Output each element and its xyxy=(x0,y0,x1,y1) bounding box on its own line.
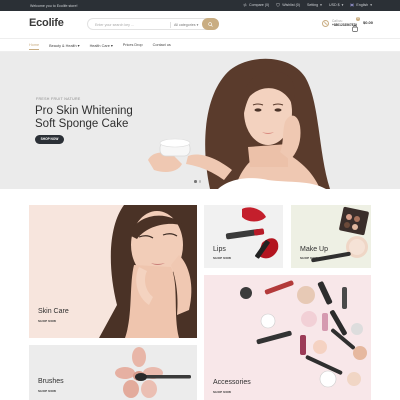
slider-dots xyxy=(194,180,201,183)
make-up-shop-link[interactable]: SHOP NOW xyxy=(300,256,318,260)
site-logo[interactable]: Ecolife xyxy=(29,17,64,29)
cart-button[interactable]: 0 $0.00 xyxy=(352,17,374,32)
accessories-title: Accessories xyxy=(213,379,251,386)
nav-health-care[interactable]: Health Care ▾ xyxy=(90,43,113,50)
slider-dot[interactable] xyxy=(198,180,201,183)
lips-title: Lips xyxy=(213,246,226,253)
hero-slider: FRESH FRUIT NATURE Pro Skin Whitening So… xyxy=(0,52,400,189)
brushes-shop-link[interactable]: SHOP NOW xyxy=(38,389,56,393)
flag-icon xyxy=(350,3,355,7)
wishlist-link[interactable]: Wishlist (0) xyxy=(276,3,300,7)
compare-icon xyxy=(243,3,247,7)
search-divider xyxy=(170,21,171,28)
nav-contact-us[interactable]: Contact us xyxy=(153,43,171,50)
skin-care-shop-link[interactable]: SHOP NOW xyxy=(38,319,56,323)
setting-dropdown[interactable]: Setting ▾ xyxy=(307,3,322,7)
top-bar-links: Compare (0) Wishlist (0) Setting ▾ USD $… xyxy=(243,3,372,7)
banner-accessories[interactable]: Accessories SHOP NOW xyxy=(204,275,371,400)
bag-icon: 0 xyxy=(352,17,360,32)
language-dropdown[interactable]: English ▾ xyxy=(350,3,372,7)
search-input[interactable]: Enter your search key ... xyxy=(95,23,134,27)
category-select[interactable]: All categories ▾ xyxy=(174,23,198,27)
banner-make-up[interactable]: Make Up SHOP NOW xyxy=(291,205,371,268)
nav-beauty-health[interactable]: Beauty & Health ▾ xyxy=(49,43,79,50)
currency-dropdown[interactable]: USD $ ▾ xyxy=(329,3,343,7)
top-bar: Welcome you to Ecolife store! Compare (0… xyxy=(0,0,400,11)
banner-skin-care[interactable]: Skin Care SHOP NOW xyxy=(29,205,197,338)
banner-brushes[interactable]: Brushes SHOP NOW xyxy=(29,345,197,400)
banner-lips[interactable]: Lips SHOP NOW xyxy=(204,205,283,268)
make-up-title: Make Up xyxy=(300,246,329,253)
slider-dot[interactable] xyxy=(194,180,197,183)
site-header: Ecolife Enter your search key ... All ca… xyxy=(0,11,400,38)
hero-title: Pro Skin Whitening Soft Sponge Cake xyxy=(35,105,133,130)
accessories-shop-link[interactable]: SHOP NOW xyxy=(213,390,231,394)
search-button[interactable] xyxy=(202,18,219,30)
nav-prices-drop[interactable]: Prices Drop xyxy=(123,43,143,50)
search-icon xyxy=(208,21,213,27)
heart-icon xyxy=(276,3,281,7)
hero-shop-button[interactable]: SHOP NOW xyxy=(35,135,64,144)
search-bar[interactable]: Enter your search key ... All categories… xyxy=(87,18,219,30)
hero-model-image xyxy=(148,58,330,189)
phone-icon xyxy=(322,19,329,27)
cart-total: $0.00 xyxy=(363,20,374,25)
compare-link[interactable]: Compare (0) xyxy=(243,3,269,7)
brushes-title: Brushes xyxy=(38,378,64,385)
cart-count: 0 xyxy=(356,17,360,21)
welcome-text: Welcome you to Ecolife store! xyxy=(30,3,78,8)
skin-care-title: Skin Care xyxy=(38,308,69,315)
main-nav: Home Beauty & Health ▾ Health Care ▾ Pri… xyxy=(0,38,400,52)
lips-shop-link[interactable]: SHOP NOW xyxy=(213,256,231,260)
hero-subtitle: FRESH FRUIT NATURE xyxy=(36,97,81,101)
nav-home[interactable]: Home xyxy=(29,43,40,50)
